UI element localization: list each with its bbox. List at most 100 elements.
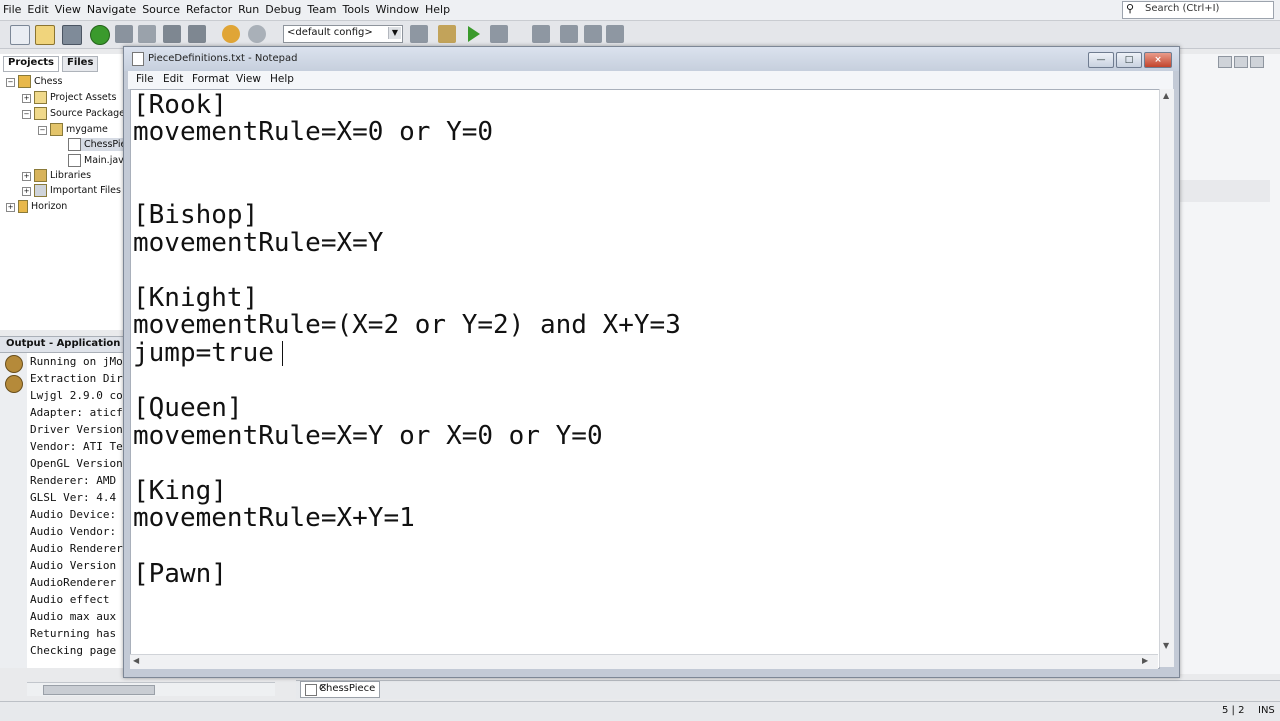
menu-edit[interactable]: Edit (24, 3, 51, 16)
debug-icon[interactable] (490, 25, 508, 43)
chevron-down-icon: ▼ (388, 27, 401, 39)
tab-chesspiece[interactable]: ChessPiece × (300, 681, 380, 698)
scroll-left-icon[interactable]: ◀ (133, 656, 139, 665)
menu-window[interactable]: Window (373, 3, 422, 16)
output-line: Vendor: ATI Technologies (30, 440, 124, 453)
notepad-window: PieceDefinitions.txt - Notepad — □ × Fil… (123, 46, 1180, 678)
window-controls-ide (1218, 56, 1274, 68)
clean-build-icon[interactable] (138, 25, 156, 43)
apply-code-icon[interactable] (584, 25, 602, 43)
tree-item-horizon[interactable]: + Horizon (6, 200, 67, 213)
close-icon[interactable]: × (319, 682, 377, 693)
output-line: Lwjgl 2.9.0 context (30, 389, 124, 402)
new-file-icon[interactable] (10, 25, 30, 45)
text-line: movementRule=(X=2 or Y=2) and X+Y=3 (133, 310, 681, 340)
output-console: Running on jMonkeyEngine Extraction Dire… (27, 353, 124, 668)
menu-view[interactable]: View (52, 3, 84, 16)
tab-files[interactable]: Files (62, 56, 99, 72)
output-horizontal-scrollbar[interactable] (27, 682, 275, 696)
minimize-icon[interactable] (1218, 56, 1232, 68)
open-project-icon[interactable] (62, 25, 82, 45)
pause-icon[interactable] (606, 25, 624, 43)
collapse-icon[interactable]: − (38, 126, 47, 135)
caret-position: 5 | 2 (1222, 705, 1245, 716)
build-icon[interactable] (163, 25, 181, 43)
menu-team[interactable]: Team (304, 3, 339, 16)
filter-icon[interactable] (115, 25, 133, 43)
tab-projects[interactable]: Projects (3, 56, 60, 72)
output-panel-header[interactable]: Output - Application (0, 336, 124, 353)
scroll-right-icon[interactable]: ▶ (1142, 656, 1148, 665)
undo-icon[interactable] (222, 25, 240, 43)
notepad-menu-help[interactable]: Help (270, 73, 294, 85)
menu-source[interactable]: Source (139, 3, 183, 16)
menu-tools[interactable]: Tools (339, 3, 372, 16)
rerun-icon[interactable] (5, 355, 23, 373)
download-icon[interactable] (90, 25, 110, 45)
notepad-menu-format[interactable]: Format (192, 73, 229, 85)
collapse-icon[interactable]: − (22, 110, 31, 119)
tree-item-main-java[interactable]: Main.java (68, 154, 130, 167)
hammer-icon[interactable] (410, 25, 428, 43)
text-caret (282, 341, 283, 366)
scrollbar-thumb[interactable] (43, 685, 155, 695)
scroll-down-icon[interactable]: ▼ (1163, 641, 1169, 650)
ide-toolbar: <default config> ▼ (0, 21, 1280, 49)
tree-item-libraries[interactable]: + Libraries (22, 169, 91, 182)
tree-item-project-assets[interactable]: + Project Assets (22, 91, 116, 104)
notepad-text-area[interactable]: [Rook] movementRule=X=0 or Y=0 [Bishop] … (130, 89, 1160, 669)
notepad-menu-file[interactable]: File (136, 73, 154, 85)
notepad-menu-edit[interactable]: Edit (163, 73, 183, 85)
output-line: Audio Device: (30, 508, 117, 521)
maximize-button[interactable]: □ (1116, 52, 1142, 68)
notepad-vertical-scrollbar[interactable]: ▲ ▼ (1159, 89, 1174, 667)
config-select[interactable]: <default config> ▼ (283, 25, 403, 43)
menu-run[interactable]: Run (235, 3, 262, 16)
expand-icon[interactable]: + (22, 172, 31, 181)
expand-icon[interactable]: + (22, 187, 31, 196)
profile-icon[interactable] (532, 25, 550, 43)
stop-icon[interactable] (5, 375, 23, 393)
project-icon (18, 75, 31, 88)
menu-debug[interactable]: Debug (262, 3, 304, 16)
tree-item-chess[interactable]: − Chess (6, 75, 62, 88)
tree-item-mygame[interactable]: − mygame (38, 123, 108, 136)
notepad-horizontal-scrollbar[interactable]: ◀ ▶ (130, 654, 1158, 669)
text-line: movementRule=X+Y=1 (133, 503, 415, 533)
package-folder-icon (34, 107, 47, 120)
library-icon (34, 169, 47, 182)
expand-icon[interactable]: + (6, 203, 15, 212)
minimize-button[interactable]: — (1088, 52, 1114, 68)
important-files-icon (34, 184, 47, 197)
memory-icon[interactable] (560, 25, 578, 43)
notepad-menu-view[interactable]: View (236, 73, 261, 85)
text-line: [Queen] (133, 393, 243, 423)
redo-icon[interactable] (248, 25, 266, 43)
menu-refactor[interactable]: Refactor (183, 3, 235, 16)
restore-icon[interactable] (1250, 56, 1264, 68)
deploy-icon[interactable] (188, 25, 206, 43)
new-project-icon[interactable] (35, 25, 55, 45)
close-button[interactable]: × (1144, 52, 1172, 68)
expand-icon[interactable]: + (22, 94, 31, 103)
folder-icon (34, 91, 47, 104)
projects-panel: Projects Files − Chess + Project Assets − S… (0, 54, 140, 330)
run-icon[interactable] (468, 26, 480, 42)
output-line: Audio Vendor: (30, 525, 117, 538)
menu-file[interactable]: File (0, 3, 24, 16)
output-line: AudioRenderer (30, 576, 117, 589)
search-icon: ⚲ (1126, 2, 1135, 15)
scroll-up-icon[interactable]: ▲ (1163, 91, 1169, 100)
clean-and-build-icon[interactable] (438, 25, 456, 43)
notepad-titlebar[interactable]: PieceDefinitions.txt - Notepad — □ × (124, 47, 1179, 71)
status-bar: 5 | 2 INS (0, 701, 1280, 721)
menu-navigate[interactable]: Navigate (84, 3, 139, 16)
project-icon (18, 200, 28, 213)
tree-item-important-files[interactable]: + Important Files (22, 184, 121, 197)
tree-item-source-packages[interactable]: − Source Packages (22, 107, 130, 120)
menu-help[interactable]: Help (422, 3, 453, 16)
text-line: movementRule=X=0 or Y=0 (133, 117, 494, 147)
collapse-icon[interactable]: − (6, 78, 15, 87)
search-input[interactable]: ⚲ Search (Ctrl+I) (1122, 1, 1274, 19)
maximize-icon[interactable] (1234, 56, 1248, 68)
